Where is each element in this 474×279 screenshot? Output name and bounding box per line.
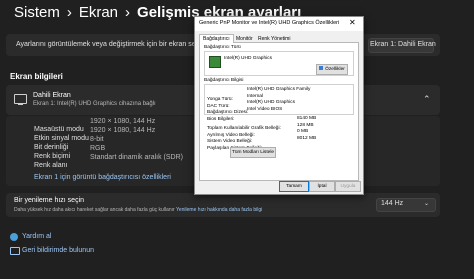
refresh-rate-learn-more-link[interactable]: Yenileme hızı hakkında daha fazla bilgi xyxy=(176,207,262,213)
adapter-info-label: Bağdaştırıcı Bilgisi xyxy=(204,78,244,83)
adapter-info-row-value: Internal xyxy=(247,93,263,99)
breadcrumb-ekran[interactable]: Ekran xyxy=(79,4,118,21)
chevron-up-icon[interactable]: ⌃ xyxy=(423,94,431,105)
info-value: 8-bit xyxy=(90,136,104,143)
select-display-label: Ayarlarını görüntülemek veya değiştirmek… xyxy=(16,41,205,48)
memory-rows: Toplam Kullanılabilir Grafik Belleği: 81… xyxy=(207,116,316,151)
feedback-link[interactable]: Geri bildirimde bulunun xyxy=(22,247,94,254)
info-value: 1920 × 1080, 144 Hz xyxy=(90,118,156,125)
properties-button[interactable]: Özellikler xyxy=(316,64,348,75)
memory-row-value: 0 MB xyxy=(297,129,309,134)
monitor-icon xyxy=(14,94,27,104)
adapter-properties-link[interactable]: Ekran 1 için görüntü bağdaştırıcısı özel… xyxy=(34,174,171,181)
ok-button[interactable]: Tamam xyxy=(279,181,309,192)
dialog-title: Generic PnP Monitor ve Intel(R) UHD Grap… xyxy=(199,20,340,26)
adapter-info-row: Bios Bilgileri: Intel Video BIOS xyxy=(207,107,282,122)
chevron-down-icon: ⌄ xyxy=(424,201,430,207)
display-info-rows: Masaüstü modu 1920 × 1080, 144 Hz Etkin … xyxy=(34,118,183,169)
section-title-display-info: Ekran bilgileri xyxy=(10,72,63,81)
chevron-right-icon: › xyxy=(66,4,72,21)
info-label: Renk alanı xyxy=(34,162,68,169)
help-icon xyxy=(10,233,18,241)
refresh-rate-desc: Daha yüksek hız daha akıcı hareket sağla… xyxy=(14,207,262,213)
close-icon[interactable]: ✕ xyxy=(349,18,356,27)
info-row: Etkin sinyal modu 1920 × 1080, 144 Hz xyxy=(34,127,155,142)
tab-adapter[interactable]: Bağdaştırıcı xyxy=(199,34,234,43)
adapter-info-rows: Yonga Türü: Intel(R) UHD Graphics Family… xyxy=(207,87,310,122)
display-name: Dahili Ekran xyxy=(33,92,71,99)
dialog-title-bar: Generic PnP Monitor ve Intel(R) UHD Grap… xyxy=(195,17,363,31)
display-subtitle: Ekran 1: Intel(R) UHD Graphics cihazına … xyxy=(33,101,156,107)
display-select-value: Ekran 1: Dahili Ekran xyxy=(370,41,436,48)
refresh-rate-desc-text: Daha yüksek hız daha akıcı hareket sağla… xyxy=(14,207,175,213)
refresh-rate-value: 144 Hz xyxy=(381,200,404,207)
info-value: Standart dinamik aralık (SDR) xyxy=(90,154,183,161)
breadcrumb-sistem[interactable]: Sistem xyxy=(14,4,60,21)
monitor-stand xyxy=(18,104,23,105)
memory-row-value: 8140 MB xyxy=(297,116,317,121)
refresh-rate-title: Bir yenileme hızı seçin xyxy=(14,197,85,204)
memory-row-value: 8012 MB xyxy=(297,135,317,141)
adapter-info-row-value: Intel(R) UHD Graphics Family xyxy=(247,87,311,92)
info-row: Masaüstü modu 1920 × 1080, 144 Hz xyxy=(34,118,155,133)
tab-panel: Bağdaştırıcı Türü Intel(R) UHD Graphics … xyxy=(199,42,359,181)
adapter-info-row-value: Intel Video BIOS xyxy=(247,106,283,112)
memory-row-value: 128 MB xyxy=(297,122,314,128)
chevron-right-icon: › xyxy=(125,4,131,21)
adapter-properties-dialog: Generic PnP Monitor ve Intel(R) UHD Grap… xyxy=(194,16,364,195)
cancel-button[interactable]: İptal xyxy=(309,181,335,192)
info-value: 1920 × 1080, 144 Hz xyxy=(90,127,156,134)
list-all-modes-button[interactable]: Tüm Modları Listele xyxy=(230,147,276,158)
adapter-name: Intel(R) UHD Graphics xyxy=(224,56,272,61)
info-row: Bit derinliği 8-bit xyxy=(34,136,104,151)
feedback-icon xyxy=(10,247,20,255)
apply-button[interactable]: Uygula xyxy=(335,181,361,192)
info-row: Renk biçimi RGB xyxy=(34,145,105,160)
graphics-card-icon xyxy=(209,56,221,68)
info-value: RGB xyxy=(90,145,106,152)
memory-row: Paylaşılan Sistem Belleği: 8012 MB xyxy=(207,136,316,151)
info-row: Renk alanı Standart dinamik aralık (SDR) xyxy=(34,154,183,169)
adapter-type-label: Bağdaştırıcı Türü xyxy=(204,45,241,50)
adapter-info-row-value: Intel(R) UHD Graphics xyxy=(247,100,295,105)
get-help-link[interactable]: Yardım al xyxy=(22,233,51,240)
shield-icon xyxy=(319,66,324,70)
properties-button-label: Özellikler xyxy=(325,67,345,72)
